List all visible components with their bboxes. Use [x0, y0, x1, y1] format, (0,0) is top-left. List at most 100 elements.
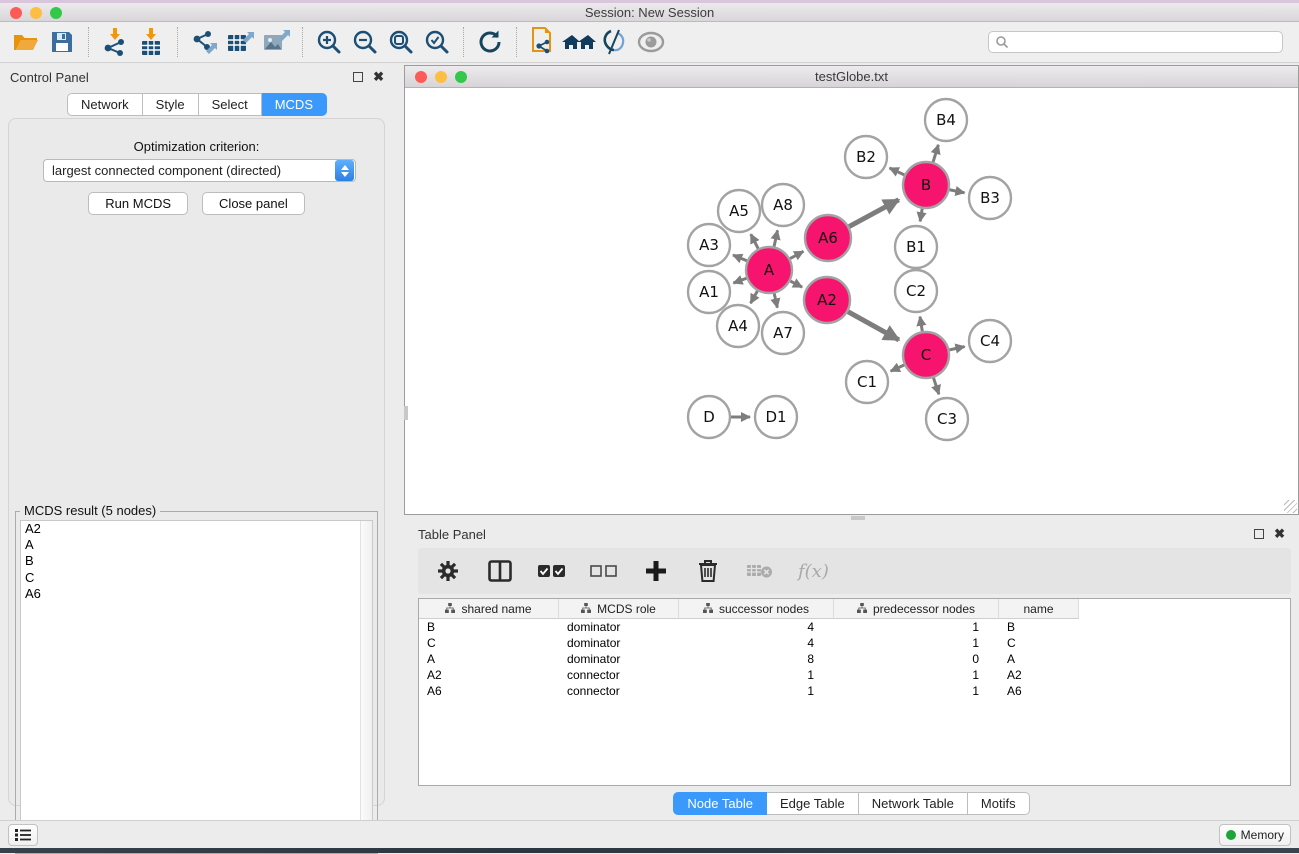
- select-all-icon[interactable]: [538, 556, 566, 586]
- graph-node-A8[interactable]: A8: [762, 184, 804, 226]
- graph-edge-C-C1[interactable]: [891, 365, 905, 371]
- tab-edge-table[interactable]: Edge Table: [767, 792, 859, 815]
- duplicate-network-icon[interactable]: [525, 25, 561, 59]
- split-view-icon[interactable]: [486, 556, 514, 586]
- minimize-network-window-button[interactable]: [435, 71, 447, 83]
- close-panel-button[interactable]: Close panel: [202, 192, 305, 215]
- window-controls[interactable]: [10, 7, 62, 19]
- zoom-out-icon[interactable]: [347, 25, 383, 59]
- mcds-result-list[interactable]: A2ABCA6: [20, 520, 373, 849]
- add-column-icon[interactable]: [642, 556, 670, 586]
- zoom-fit-icon[interactable]: [383, 25, 419, 59]
- graph-edge-A-A5[interactable]: [751, 234, 758, 248]
- graph-node-A4[interactable]: A4: [717, 305, 759, 347]
- export-table-icon[interactable]: [222, 25, 258, 59]
- graph-node-B3[interactable]: B3: [969, 177, 1011, 219]
- graph-edge-A-A4[interactable]: [751, 291, 758, 303]
- tab-mcds[interactable]: MCDS: [262, 93, 327, 116]
- table-row[interactable]: Bdominator41B: [419, 619, 1290, 635]
- graph-edge-B-B2[interactable]: [890, 168, 905, 175]
- network-window-controls[interactable]: [415, 71, 467, 83]
- birds-eye-icon[interactable]: [633, 25, 669, 59]
- graph-edge-C-C2[interactable]: [920, 317, 922, 332]
- graph-edge-A-A3[interactable]: [733, 255, 747, 261]
- mcds-result-item[interactable]: A6: [21, 586, 372, 602]
- close-network-window-button[interactable]: [415, 71, 427, 83]
- list-scrollbar[interactable]: [360, 521, 372, 848]
- minimize-window-button[interactable]: [30, 7, 42, 19]
- graph-node-C[interactable]: C: [903, 332, 949, 378]
- graph-edge-A6-B[interactable]: [849, 200, 899, 227]
- table-row[interactable]: Cdominator41C: [419, 635, 1290, 651]
- task-history-button[interactable]: [8, 824, 38, 846]
- table-row[interactable]: A2connector11A2: [419, 667, 1290, 683]
- float-panel-icon[interactable]: [353, 72, 363, 82]
- column-header-name[interactable]: name: [999, 599, 1079, 619]
- graph-node-A2[interactable]: A2: [804, 277, 850, 323]
- mcds-result-item[interactable]: A2: [21, 521, 372, 537]
- optimization-criterion-dropdown[interactable]: largest connected component (directed): [43, 159, 356, 182]
- save-session-icon[interactable]: [44, 25, 80, 59]
- table-row[interactable]: A6connector11A6: [419, 683, 1290, 699]
- graph-node-C3[interactable]: C3: [926, 398, 968, 440]
- refresh-icon[interactable]: [472, 25, 508, 59]
- graph-node-A1[interactable]: A1: [688, 271, 730, 313]
- export-image-icon[interactable]: [258, 25, 294, 59]
- graph-node-C4[interactable]: C4: [969, 320, 1011, 362]
- graph-edge-A-A2[interactable]: [790, 281, 802, 287]
- graph-edge-B-B4[interactable]: [933, 145, 938, 162]
- graph-node-A[interactable]: A: [746, 247, 792, 293]
- close-table-panel-icon[interactable]: ✖: [1274, 529, 1285, 539]
- home-icon[interactable]: [561, 25, 597, 59]
- column-header-successor-nodes[interactable]: successor nodes: [679, 599, 834, 619]
- close-window-button[interactable]: [10, 7, 22, 19]
- graph-node-A6[interactable]: A6: [805, 215, 851, 261]
- graph-node-C1[interactable]: C1: [846, 361, 888, 403]
- delete-column-icon[interactable]: [694, 556, 722, 586]
- close-panel-icon[interactable]: ✖: [373, 72, 384, 82]
- graph-edge-C-C3[interactable]: [933, 378, 938, 394]
- graph-edge-A-A1[interactable]: [733, 278, 746, 283]
- graph-node-B1[interactable]: B1: [895, 226, 937, 268]
- toggle-graphics-details-icon[interactable]: [597, 25, 633, 59]
- zoom-in-icon[interactable]: [311, 25, 347, 59]
- graph-node-A7[interactable]: A7: [762, 312, 804, 354]
- zoom-selected-icon[interactable]: [419, 25, 455, 59]
- mcds-result-item[interactable]: A: [21, 537, 372, 553]
- resize-grip[interactable]: [1284, 500, 1297, 513]
- graph-node-D1[interactable]: D1: [755, 396, 797, 438]
- graph-edge-B-B3[interactable]: [950, 190, 965, 193]
- graph-node-B2[interactable]: B2: [845, 136, 887, 178]
- zoom-network-window-button[interactable]: [455, 71, 467, 83]
- graph-node-C2[interactable]: C2: [895, 270, 937, 312]
- tab-motifs[interactable]: Motifs: [968, 792, 1030, 815]
- graph-edge-C-C4[interactable]: [949, 347, 964, 350]
- graph-node-B[interactable]: B: [903, 162, 949, 208]
- mcds-result-item[interactable]: C: [21, 570, 372, 586]
- graph-edge-A-A8[interactable]: [774, 230, 777, 246]
- mcds-result-item[interactable]: B: [21, 553, 372, 569]
- table-options-gear-icon[interactable]: [434, 556, 462, 586]
- column-header-shared-name[interactable]: shared name: [419, 599, 559, 619]
- graph-node-A3[interactable]: A3: [688, 224, 730, 266]
- float-table-panel-icon[interactable]: [1254, 529, 1264, 539]
- zoom-window-button[interactable]: [50, 7, 62, 19]
- node-table[interactable]: shared nameMCDS rolesuccessor nodesprede…: [418, 598, 1291, 786]
- tab-style[interactable]: Style: [143, 93, 199, 116]
- graph-edge-B-B1[interactable]: [920, 209, 922, 222]
- tab-network-table[interactable]: Network Table: [859, 792, 968, 815]
- graph-edge-A-A6[interactable]: [790, 251, 803, 258]
- column-header-predecessor-nodes[interactable]: predecessor nodes: [834, 599, 999, 619]
- table-row[interactable]: Adominator80A: [419, 651, 1290, 667]
- network-canvas[interactable]: B4B2BB3B1A5A8A6A3AA1A2A4A7C2C4CC1C3DD1: [405, 88, 1298, 514]
- graph-node-A5[interactable]: A5: [718, 190, 760, 232]
- column-header-MCDS-role[interactable]: MCDS role: [559, 599, 679, 619]
- tab-network[interactable]: Network: [67, 93, 143, 116]
- import-table-icon[interactable]: [133, 25, 169, 59]
- run-mcds-button[interactable]: Run MCDS: [88, 192, 188, 215]
- graph-edge-A-A7[interactable]: [774, 293, 777, 307]
- open-session-icon[interactable]: [8, 25, 44, 59]
- graph-edge-A2-C[interactable]: [848, 312, 899, 340]
- tab-node-table[interactable]: Node Table: [673, 792, 767, 815]
- import-network-icon[interactable]: [97, 25, 133, 59]
